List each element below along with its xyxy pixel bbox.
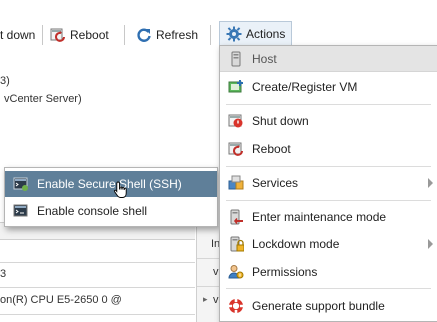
lockdown-mode-label: Lockdown mode — [252, 237, 340, 251]
reboot-icon — [228, 141, 244, 157]
generate-support-bundle-menu-item[interactable]: Generate support bundle — [220, 293, 437, 319]
create-vm-icon — [228, 79, 244, 95]
expand-arrow-icon[interactable]: ▸ — [203, 294, 208, 305]
enter-maintenance-mode-menu-item[interactable]: Enter maintenance mode — [220, 204, 437, 230]
services-icon — [228, 175, 244, 191]
support-bundle-icon — [228, 298, 244, 314]
divider — [0, 262, 195, 263]
reboot-menu-item[interactable]: Reboot — [220, 136, 437, 162]
host-info-line: 3) — [0, 75, 10, 87]
shutdown-menu-label: Shut down — [252, 114, 309, 128]
enable-console-shell-label: Enable console shell — [37, 204, 148, 218]
services-menu-item[interactable]: Services — [220, 170, 437, 196]
gear-icon — [226, 26, 242, 42]
actions-dropdown-menu: Host Create/Register VM Shut down Reboot… — [219, 45, 437, 322]
toolbar-divider — [42, 25, 43, 45]
refresh-label: Refresh — [156, 28, 199, 42]
config-row-label: v — [213, 294, 219, 306]
lockdown-mode-menu-item[interactable]: Lockdown mode — [220, 231, 437, 257]
enable-ssh-menu-item[interactable]: Enable Secure Shell (SSH) — [5, 171, 217, 197]
console-terminal-icon — [13, 203, 29, 219]
chevron-right-icon — [428, 239, 433, 249]
hardware-value: 3 — [0, 268, 7, 280]
create-register-vm-menu-item[interactable]: Create/Register VM — [220, 74, 437, 100]
reboot-button[interactable]: Reboot — [50, 26, 109, 44]
toolbar-divider — [210, 25, 211, 45]
shutdown-icon — [228, 113, 244, 129]
config-row-label: v — [213, 266, 219, 278]
permissions-icon — [228, 264, 244, 280]
permissions-menu-item[interactable]: Permissions — [220, 259, 437, 285]
menu-header-host: Host — [220, 46, 437, 72]
maintenance-icon — [228, 209, 244, 225]
enable-console-shell-menu-item[interactable]: Enable console shell — [5, 198, 217, 224]
shutdown-menu-item[interactable]: Shut down — [220, 108, 437, 134]
ssh-terminal-icon — [13, 176, 29, 192]
divider — [0, 287, 195, 288]
chevron-right-icon — [428, 178, 433, 188]
lockdown-icon — [228, 236, 245, 252]
shutdown-button[interactable]: t down — [0, 26, 35, 44]
enter-maintenance-mode-label: Enter maintenance mode — [252, 210, 387, 224]
hand-cursor-icon — [113, 181, 129, 202]
actions-button[interactable]: Actions — [219, 21, 292, 46]
reboot-menu-label: Reboot — [252, 142, 291, 156]
permissions-label: Permissions — [252, 265, 318, 279]
enable-ssh-label: Enable Secure Shell (SSH) — [37, 177, 182, 191]
menu-header-label: Host — [252, 51, 277, 66]
menu-separator — [226, 200, 431, 201]
refresh-icon — [136, 27, 152, 43]
reboot-label: Reboot — [70, 28, 109, 42]
divider — [0, 314, 195, 315]
shutdown-label: t down — [0, 28, 36, 42]
generate-support-bundle-label: Generate support bundle — [252, 299, 385, 313]
host-info-line: vCenter Server) — [4, 93, 82, 105]
refresh-button[interactable]: Refresh — [136, 26, 198, 44]
ssh-console-submenu: Enable Secure Shell (SSH) Enable console… — [4, 167, 218, 227]
menu-separator — [226, 166, 431, 167]
services-menu-label: Services — [252, 176, 299, 190]
reboot-icon — [50, 27, 66, 43]
toolbar-divider — [124, 25, 125, 45]
host-server-icon — [228, 51, 244, 67]
cpu-value: on(R) CPU E5-2650 0 @ — [0, 294, 122, 306]
menu-separator — [226, 288, 431, 289]
create-register-vm-label: Create/Register VM — [252, 80, 358, 94]
menu-separator — [226, 104, 431, 105]
actions-label: Actions — [246, 27, 286, 41]
